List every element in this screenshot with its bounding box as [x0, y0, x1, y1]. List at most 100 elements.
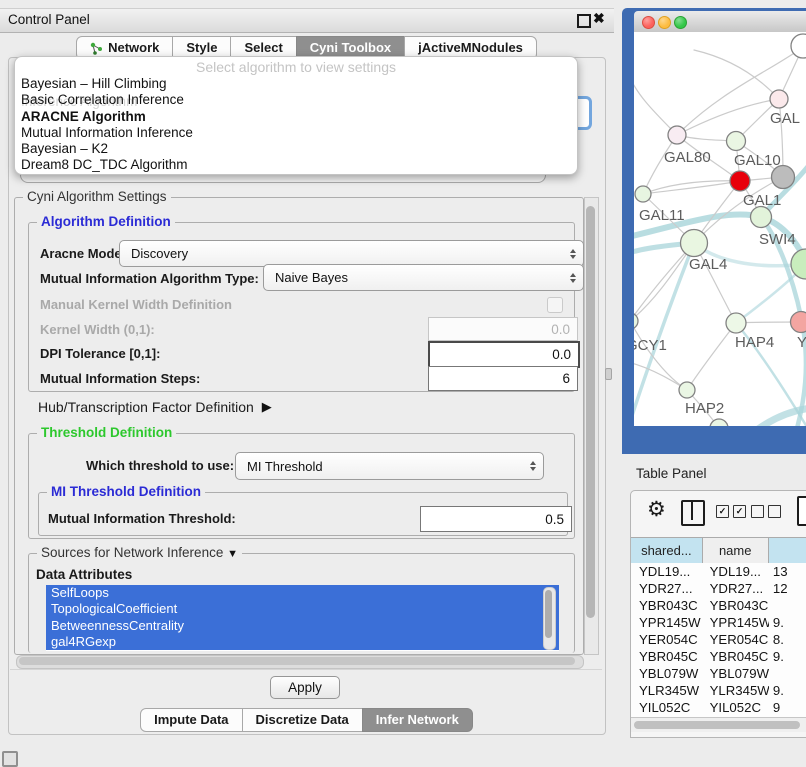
- algorithm-option-aracne-algorithm[interactable]: ARACNE Algorithm: [19, 109, 573, 125]
- table-row[interactable]: YBR045CYBR045C9.: [631, 648, 806, 665]
- network-node-gal[interactable]: [770, 90, 788, 108]
- mi-steps-field[interactable]: 6: [428, 366, 578, 391]
- kernel-width-label: Kernel Width (0,1):: [40, 322, 155, 337]
- network-edge[interactable]: [687, 323, 736, 390]
- sources-title: Sources for Network Inference: [41, 545, 223, 560]
- algorithm-option-basic-correlation-inference[interactable]: Basic Correlation Inference: [19, 92, 573, 108]
- table-row[interactable]: YBL079WYBL079W: [631, 665, 806, 682]
- network-node-swi4[interactable]: [751, 207, 772, 228]
- network-edge[interactable]: [634, 72, 677, 135]
- settings-horizontal-scrollbar[interactable]: [16, 655, 584, 669]
- attribute-item-selfloops[interactable]: SelfLoops: [46, 585, 559, 601]
- manual-kernel-width-checkbox[interactable]: [547, 297, 563, 313]
- network-node[interactable]: [791, 249, 806, 279]
- table-cell: YDR27...: [631, 580, 704, 597]
- scrollbar-thumb[interactable]: [19, 657, 575, 665]
- attribute-item-betweennesscentrality[interactable]: BetweennessCentrality: [46, 618, 559, 634]
- network-node-gal4[interactable]: [681, 230, 708, 257]
- close-traffic-light[interactable]: [642, 16, 655, 29]
- tab-infer-network[interactable]: Infer Network: [362, 708, 473, 732]
- deselect-all-icon[interactable]: [751, 505, 781, 518]
- collapsed-panel-icon[interactable]: [2, 751, 18, 767]
- settings-vertical-scrollbar[interactable]: [584, 197, 599, 655]
- scrollbar-thumb[interactable]: [545, 590, 552, 638]
- page-icon[interactable]: [797, 496, 806, 526]
- network-edge[interactable]: [677, 99, 779, 135]
- hub-expander-label: Hub/Transcription Factor Definition: [38, 399, 254, 415]
- minimize-traffic-light[interactable]: [658, 16, 671, 29]
- table-row[interactable]: YLR345WYLR345W9.: [631, 682, 806, 699]
- zoom-traffic-light[interactable]: [674, 16, 687, 29]
- table-row[interactable]: YDL19...YDL19...13: [631, 563, 806, 580]
- attributes-scrollbar[interactable]: [543, 587, 556, 650]
- network-node-hap2[interactable]: [679, 382, 695, 398]
- network-edge[interactable]: [634, 243, 694, 321]
- table-row[interactable]: YDR27...YDR27...12: [631, 580, 806, 597]
- table-row[interactable]: YIL052CYIL052C9: [631, 699, 806, 716]
- node-label-gcy1: GCY1: [634, 337, 667, 354]
- data-attributes-list[interactable]: SelfLoopsTopologicalCoefficientBetweenne…: [46, 585, 559, 651]
- table-body: YDL19...YDL19...13YDR27...YDR27...12YBR0…: [631, 563, 806, 717]
- attribute-item-gal4rgexp[interactable]: gal4RGexp: [46, 634, 559, 650]
- checked-checkbox-icon: ✓: [733, 505, 746, 518]
- aracne-mode-combo[interactable]: Discovery: [119, 240, 584, 267]
- scrollbar-thumb[interactable]: [586, 206, 595, 618]
- table-cell: YPR145W: [704, 614, 769, 631]
- network-node-gal10[interactable]: [727, 132, 746, 151]
- table-cell: YLR345W: [704, 682, 769, 699]
- table-toolbar: ⚙ ✓ ✓: [631, 491, 806, 537]
- table-row[interactable]: YBR043CYBR043C: [631, 597, 806, 614]
- panel-splitter-handle[interactable]: [605, 368, 612, 380]
- algorithm-option-bayesian-hill-climbing[interactable]: Bayesian – Hill Climbing: [19, 76, 573, 92]
- algorithm-option-bayesian-k2[interactable]: Bayesian – K2: [19, 141, 573, 157]
- cyni-bottom-tabs: Impute Data Discretize Data Infer Network: [0, 708, 614, 732]
- network-node-gal80[interactable]: [668, 126, 686, 144]
- table-cell: [769, 665, 806, 682]
- gear-icon[interactable]: ⚙: [647, 497, 666, 522]
- table-cell: YBR045C: [631, 648, 704, 665]
- close-icon[interactable]: ✖: [593, 10, 605, 27]
- tab-label: Discretize Data: [256, 709, 349, 731]
- hub-transcription-expander[interactable]: Hub/Transcription Factor Definition ▶: [38, 399, 272, 415]
- which-threshold-combo[interactable]: MI Threshold: [235, 452, 544, 480]
- network-canvas[interactable]: GALGAL80GAL10GAL1GAL11SWI4GAL4GCY1HAP4YH…: [634, 32, 806, 426]
- algorithm-option-mutual-information-inference[interactable]: Mutual Information Inference: [19, 125, 573, 141]
- tab-discretize-data[interactable]: Discretize Data: [242, 708, 363, 732]
- table-cell: YDL19...: [704, 563, 769, 580]
- scrollbar-thumb[interactable]: [634, 721, 800, 729]
- network-node-gal1[interactable]: [730, 171, 750, 191]
- algorithm-options-list: Bayesian – Hill ClimbingBasic Correlatio…: [19, 76, 573, 174]
- network-node-y[interactable]: [791, 312, 806, 333]
- column-header-name[interactable]: name: [703, 538, 769, 564]
- network-view-window: GALGAL80GAL10GAL1GAL11SWI4GAL4GCY1HAP4YH…: [622, 8, 806, 454]
- table-cell: YDL19...: [631, 563, 704, 580]
- network-window-titlebar[interactable]: [634, 11, 806, 33]
- network-node-gal11[interactable]: [635, 186, 651, 202]
- table-cell: 9.: [769, 614, 806, 631]
- select-all-icon[interactable]: ✓ ✓: [716, 505, 746, 518]
- algorithm-dropdown[interactable]: Select algorithm to view settings Infere…: [14, 56, 578, 175]
- manual-kernel-width-label: Manual Kernel Width Definition: [40, 297, 232, 312]
- table-horizontal-scrollbar[interactable]: [631, 717, 806, 732]
- kernel-width-field[interactable]: 0.0: [428, 317, 578, 341]
- table-row[interactable]: YER054CYER054C8.: [631, 631, 806, 648]
- network-node-hap4[interactable]: [726, 313, 746, 333]
- table-cell: YLR345W: [631, 682, 704, 699]
- table-cell: 9.: [769, 648, 806, 665]
- sources-expander[interactable]: Sources for Network Inference ▼: [37, 545, 242, 560]
- chevron-right-icon: ▶: [262, 399, 272, 415]
- split-view-icon[interactable]: [681, 500, 705, 526]
- apply-button[interactable]: Apply: [270, 676, 340, 699]
- network-edge[interactable]: [634, 243, 694, 426]
- column-header-2[interactable]: [769, 538, 806, 564]
- mi-threshold-field[interactable]: 0.5: [420, 506, 572, 532]
- algorithm-option-dream8-dc-tdc-algorithm[interactable]: Dream8 DC_TDC Algorithm: [19, 157, 573, 173]
- mi-algorithm-type-combo[interactable]: Naive Bayes: [263, 264, 584, 291]
- dpi-tolerance-field[interactable]: 0.0: [428, 341, 580, 368]
- attribute-item-topologicalcoefficient[interactable]: TopologicalCoefficient: [46, 601, 559, 617]
- column-header-shared[interactable]: shared...: [631, 538, 703, 564]
- tab-impute-data[interactable]: Impute Data: [140, 708, 242, 732]
- table-row[interactable]: YPR145WYPR145W9.: [631, 614, 806, 631]
- float-window-icon[interactable]: [577, 14, 591, 28]
- network-edge[interactable]: [694, 50, 779, 99]
